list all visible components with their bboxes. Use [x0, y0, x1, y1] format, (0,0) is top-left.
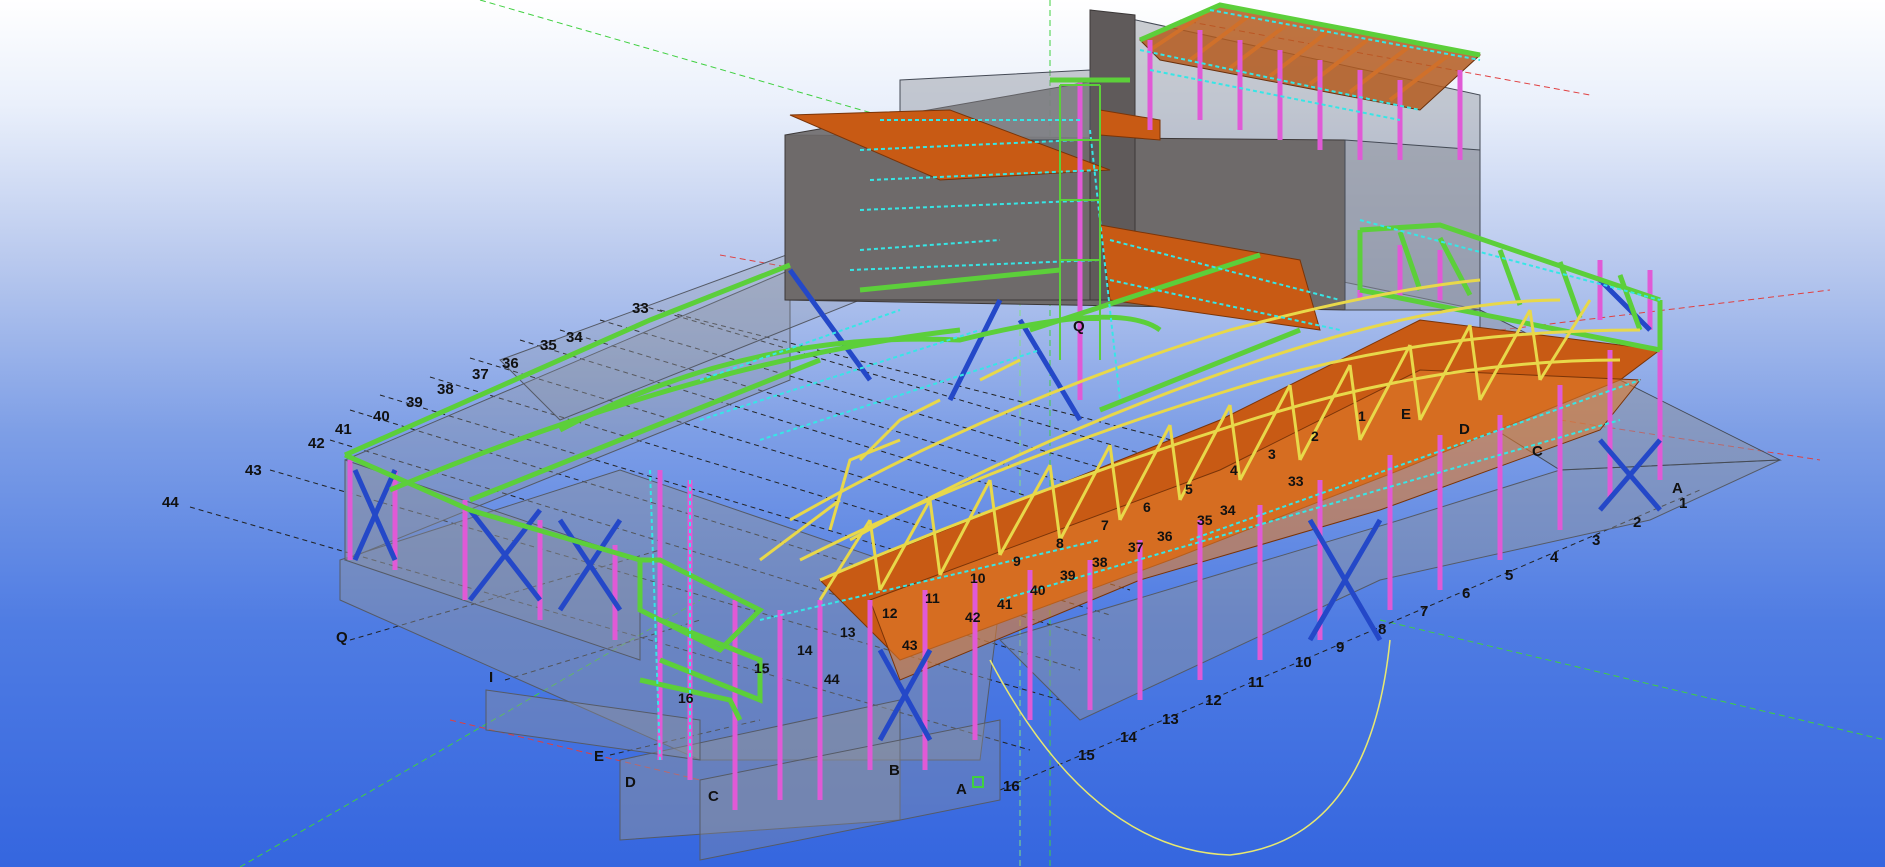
- grid-label-14-front: 14: [1120, 729, 1137, 746]
- grid-label-D-left: D: [625, 774, 636, 791]
- roof-label-1: 1: [1358, 408, 1366, 424]
- grid-label-1-front: 1: [1679, 495, 1687, 512]
- roof-label-9: 9: [1013, 553, 1021, 569]
- roof-label-3: 3: [1268, 446, 1276, 462]
- grid-label-39: 39: [406, 394, 423, 411]
- grid-label-6-front: 6: [1462, 585, 1470, 602]
- roof-label-37: 37: [1128, 539, 1144, 555]
- grid-line-green-right: [1379, 619, 1885, 741]
- roof-label-39: 39: [1060, 567, 1076, 583]
- grid-label-8-front: 8: [1378, 621, 1386, 638]
- grid-label-35: 35: [540, 337, 557, 354]
- grid-label-43: 43: [245, 462, 262, 479]
- roof-label-16: 16: [678, 690, 694, 706]
- grid-label-9-front: 9: [1336, 639, 1344, 656]
- roof-label-34: 34: [1220, 502, 1236, 518]
- grid-label-10-front: 10: [1295, 654, 1312, 671]
- grid-label-Q-left: Q: [336, 629, 348, 646]
- grid-label-E-left: E: [594, 748, 604, 765]
- grid-label-2-front: 2: [1633, 514, 1641, 531]
- roof-label-2: 2: [1311, 428, 1319, 444]
- roof-label-40: 40: [1030, 582, 1046, 598]
- roof-label-42: 42: [965, 609, 981, 625]
- grid-label-Q-top: Q: [1073, 318, 1085, 335]
- roof-label-43: 43: [902, 637, 918, 653]
- roof-label-41: 41: [997, 596, 1013, 612]
- grid-label-12-front: 12: [1205, 692, 1222, 709]
- grid-label-I: I: [489, 669, 493, 686]
- grid-label-A-right: A: [1672, 480, 1683, 497]
- grid-label-36: 36: [502, 355, 519, 372]
- roof-label-44: 44: [824, 671, 840, 687]
- 3d-model-viewport[interactable]: 33 34 35 36 37 38 39 40 41 42 43 44 Q I …: [0, 0, 1885, 867]
- roof-label-13: 13: [840, 624, 856, 640]
- roof-label-38: 38: [1092, 554, 1108, 570]
- roof-label-7: 7: [1101, 517, 1109, 533]
- grid-label-B: B: [889, 762, 900, 779]
- roof-label-6: 6: [1143, 499, 1151, 515]
- grid-label-D-right: D: [1459, 421, 1470, 438]
- grid-line-red-right: [1499, 289, 1831, 331]
- grid-label-13-front: 13: [1162, 711, 1179, 728]
- grid-label-11-front: 11: [1248, 674, 1264, 691]
- roof-label-8: 8: [1056, 535, 1064, 551]
- grid-label-E-right: E: [1401, 406, 1411, 423]
- roof-label-5: 5: [1185, 481, 1193, 497]
- roof-label-33: 33: [1288, 473, 1304, 489]
- roof-label-35: 35: [1197, 512, 1213, 528]
- grid-label-44: 44: [162, 494, 179, 511]
- roof-label-36: 36: [1157, 528, 1173, 544]
- roof-label-12: 12: [882, 605, 898, 621]
- grid-label-C-left: C: [708, 788, 719, 805]
- grid-label-15-front: 15: [1078, 747, 1095, 764]
- grid-label-5-front: 5: [1505, 567, 1513, 584]
- grid-label-41: 41: [335, 421, 352, 438]
- grid-label-16-front: 16: [1003, 778, 1020, 795]
- grid-label-3-front: 3: [1592, 532, 1600, 549]
- grid-label-40: 40: [373, 408, 390, 425]
- grid-label-7-front: 7: [1420, 603, 1428, 620]
- grid-label-42: 42: [308, 435, 325, 452]
- grid-label-33: 33: [632, 300, 649, 317]
- roof-label-14: 14: [797, 642, 813, 658]
- roof-label-4: 4: [1230, 462, 1238, 478]
- roof-label-10: 10: [970, 570, 986, 586]
- roof-label-11: 11: [925, 590, 940, 606]
- grid-label-38: 38: [437, 381, 454, 398]
- grid-label-37: 37: [472, 366, 489, 383]
- roof-label-15: 15: [754, 660, 770, 676]
- grid-label-34: 34: [566, 329, 583, 346]
- grid-label-A-left: A: [956, 781, 967, 798]
- grid-label-C-right: C: [1532, 443, 1543, 460]
- grid-label-4-front: 4: [1550, 549, 1559, 566]
